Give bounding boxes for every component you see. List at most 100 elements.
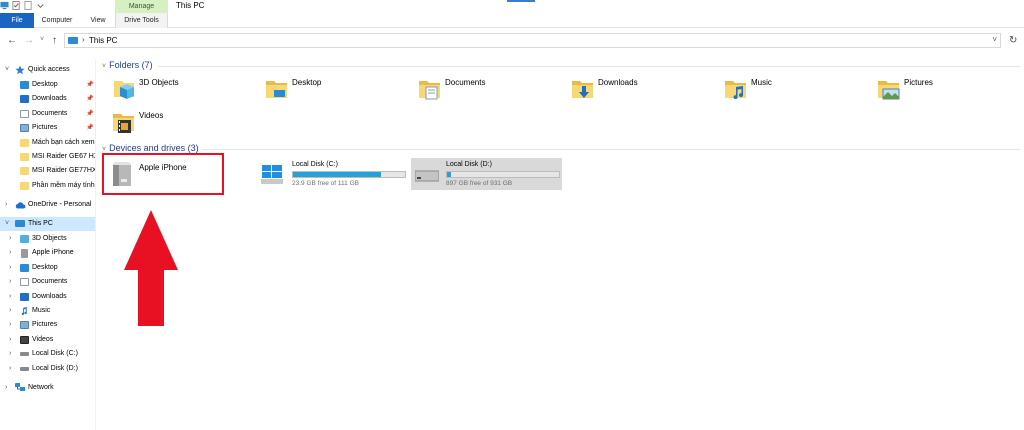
collapsed-chevron-icon[interactable]: › bbox=[9, 232, 11, 246]
nav-label: OneDrive - Personal bbox=[28, 201, 92, 208]
breadcrumb-this-pc[interactable]: This PC bbox=[89, 36, 117, 45]
section-divider bbox=[202, 149, 1020, 150]
nav-item-folder[interactable]: Phần mềm máy tính bbox=[0, 179, 95, 193]
collapsed-chevron-icon[interactable]: › bbox=[9, 318, 11, 332]
nav-label: Desktop bbox=[32, 264, 58, 271]
nav-item-downloads[interactable]: › Downloads bbox=[0, 290, 95, 304]
pin-icon[interactable]: 📌 bbox=[86, 107, 93, 121]
section-divider bbox=[158, 66, 1020, 67]
expanded-chevron-icon[interactable]: ˅ bbox=[5, 217, 9, 231]
drive-free-space: 897 GB free of 931 GB bbox=[446, 180, 513, 187]
drive-icon bbox=[20, 367, 29, 371]
nav-onedrive[interactable]: › OneDrive - Personal bbox=[0, 198, 95, 212]
nav-item-folder[interactable]: MSI Raider GE67 HX bbox=[0, 150, 95, 164]
ribbon-tabs: File Computer View Drive Tools bbox=[0, 13, 1024, 28]
up-arrow-icon[interactable]: ↑ bbox=[52, 35, 57, 46]
folder-desktop[interactable]: Desktop bbox=[265, 77, 415, 107]
collapsed-chevron-icon[interactable]: › bbox=[9, 246, 11, 260]
folders-section-header[interactable]: ˅ Folders (7) bbox=[102, 60, 153, 70]
nav-label: Phần mềm máy tính bbox=[32, 182, 95, 189]
nav-label: MSI Raider GE67 HX bbox=[32, 153, 95, 160]
recent-locations-chevron-icon[interactable]: ˅ bbox=[40, 36, 44, 43]
folder-downloads[interactable]: Downloads bbox=[571, 77, 721, 107]
drive-local-disk-d[interactable]: Local Disk (D:) 897 GB free of 931 GB bbox=[411, 158, 562, 190]
folder-label: Downloads bbox=[598, 78, 638, 87]
collapsed-chevron-icon[interactable]: › bbox=[9, 347, 11, 361]
collapsed-chevron-icon[interactable]: › bbox=[9, 304, 11, 318]
pc-icon[interactable] bbox=[0, 1, 9, 10]
nav-item-desktop[interactable]: Desktop 📌 bbox=[0, 78, 95, 92]
nav-item-3d-objects[interactable]: › 3D Objects bbox=[0, 232, 95, 246]
3d-objects-icon bbox=[20, 235, 29, 243]
collapse-chevron-icon[interactable]: ˅ bbox=[102, 146, 106, 153]
collapsed-chevron-icon[interactable]: › bbox=[9, 362, 11, 376]
tab-file[interactable]: File bbox=[0, 13, 34, 28]
pin-icon[interactable]: 📌 bbox=[86, 121, 93, 135]
nav-item-local-disk-c[interactable]: › Local Disk (C:) bbox=[0, 347, 95, 361]
network-icon bbox=[15, 383, 25, 391]
folder-label: Documents bbox=[445, 78, 486, 87]
nav-item-folder[interactable]: MSI Raider GE77HX bbox=[0, 164, 95, 178]
nav-item-downloads[interactable]: Downloads 📌 bbox=[0, 92, 95, 106]
nav-item-pictures[interactable]: › Pictures bbox=[0, 318, 95, 332]
window-title: This PC bbox=[176, 1, 205, 10]
nav-label: Pictures bbox=[32, 124, 58, 131]
folder-pictures[interactable]: Pictures bbox=[877, 77, 1024, 107]
devices-section-header[interactable]: ˅ Devices and drives (3) bbox=[102, 143, 199, 153]
nav-label: Local Disk (C:) bbox=[32, 350, 78, 357]
address-dropdown-icon[interactable]: ˅ bbox=[992, 35, 997, 44]
back-arrow-icon[interactable]: ← bbox=[7, 35, 17, 46]
pin-icon[interactable]: 📌 bbox=[86, 78, 93, 92]
collapsed-chevron-icon[interactable]: › bbox=[5, 198, 7, 212]
nav-item-folder[interactable]: Mách bạn cách xem bbox=[0, 136, 95, 150]
forward-arrow-icon[interactable]: → bbox=[24, 35, 34, 46]
folder-3d-objects[interactable]: 3D Objects bbox=[112, 77, 262, 107]
manage-context-tab[interactable]: Manage bbox=[115, 0, 168, 13]
collapsed-chevron-icon[interactable]: › bbox=[9, 275, 11, 289]
nav-item-pictures[interactable]: Pictures 📌 bbox=[0, 121, 95, 135]
tab-drive-tools[interactable]: Drive Tools bbox=[115, 13, 168, 28]
new-folder-icon[interactable] bbox=[24, 1, 33, 10]
drive-label: Local Disk (D:) bbox=[446, 161, 492, 168]
nav-item-apple-iphone[interactable]: › Apple iPhone bbox=[0, 246, 95, 260]
drive-free-space: 23.9 GB free of 111 GB bbox=[292, 180, 359, 187]
collapse-chevron-icon[interactable]: ˅ bbox=[102, 63, 106, 70]
pin-icon[interactable]: 📌 bbox=[86, 92, 93, 106]
3d-objects-icon bbox=[114, 81, 134, 99]
collapsed-chevron-icon[interactable]: › bbox=[9, 290, 11, 304]
nav-quick-access[interactable]: ˅ Quick access bbox=[0, 63, 95, 77]
nav-label: MSI Raider GE77HX bbox=[32, 167, 95, 174]
address-bar[interactable]: › This PC ˅ bbox=[64, 33, 1001, 48]
nav-label: Quick access bbox=[28, 66, 70, 73]
folder-music[interactable]: Music bbox=[724, 77, 874, 107]
customize-toolbar-icon[interactable] bbox=[36, 1, 45, 10]
nav-item-music[interactable]: › Music bbox=[0, 304, 95, 318]
quick-access-toolbar bbox=[0, 1, 45, 10]
nav-this-pc[interactable]: ˅ This PC bbox=[0, 217, 95, 231]
collapsed-chevron-icon[interactable]: › bbox=[9, 261, 11, 275]
nav-item-videos[interactable]: › Videos bbox=[0, 333, 95, 347]
folder-videos[interactable]: Videos bbox=[112, 110, 262, 140]
nav-item-documents[interactable]: Documents 📌 bbox=[0, 107, 95, 121]
nav-label: Music bbox=[32, 307, 51, 314]
breadcrumb-separator-icon[interactable]: › bbox=[82, 35, 85, 44]
pictures-icon bbox=[20, 321, 29, 329]
collapsed-chevron-icon[interactable]: › bbox=[9, 333, 11, 347]
nav-label: Documents bbox=[32, 110, 68, 117]
nav-item-local-disk-d[interactable]: › Local Disk (D:) bbox=[0, 362, 95, 376]
drive-local-disk-c[interactable]: Local Disk (C:) 23.9 GB free of 111 GB bbox=[258, 158, 408, 190]
drive-usage-bar bbox=[292, 171, 406, 178]
hard-drive-icon bbox=[415, 170, 439, 182]
nav-network[interactable]: › Network bbox=[0, 381, 95, 395]
properties-icon[interactable] bbox=[12, 1, 21, 10]
expanded-chevron-icon[interactable]: ˅ bbox=[5, 63, 9, 77]
nav-label: This PC bbox=[28, 220, 53, 227]
collapsed-chevron-icon[interactable]: › bbox=[5, 381, 7, 395]
refresh-icon[interactable]: ↻ bbox=[1009, 35, 1017, 46]
tab-view[interactable]: View bbox=[84, 13, 112, 28]
folder-documents[interactable]: Documents bbox=[418, 77, 568, 107]
nav-item-documents[interactable]: › Documents bbox=[0, 275, 95, 289]
tab-computer[interactable]: Computer bbox=[37, 13, 77, 28]
videos-folder-icon bbox=[113, 114, 134, 133]
nav-item-desktop[interactable]: › Desktop bbox=[0, 261, 95, 275]
